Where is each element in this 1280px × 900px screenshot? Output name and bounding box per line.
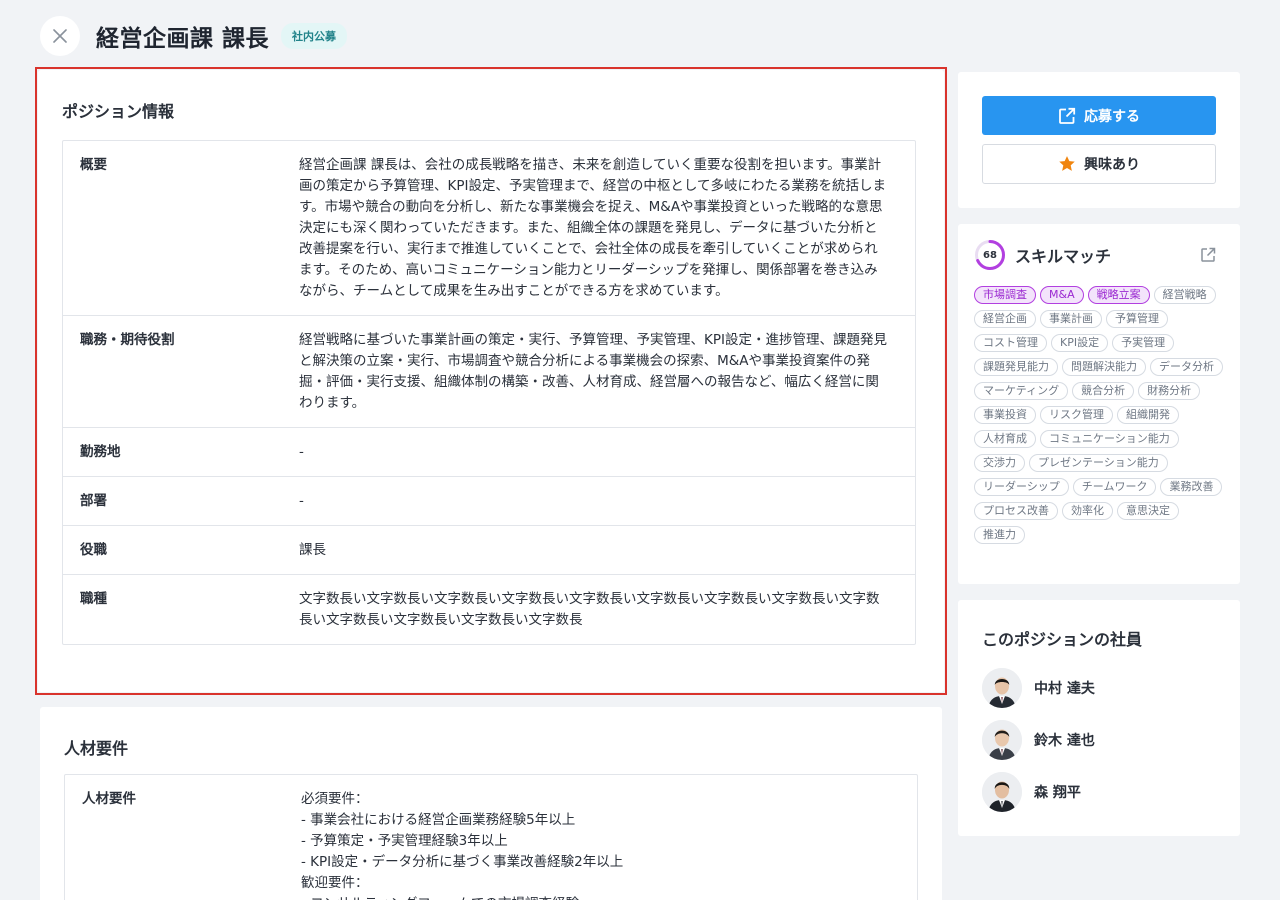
member-item[interactable]: 中村 達夫 [982, 668, 1095, 708]
row-label: 部署 [80, 493, 107, 509]
skill-tag: 経営企画 [974, 310, 1036, 328]
external-link-icon [1059, 107, 1076, 124]
members-title: このポジションの社員 [982, 630, 1143, 649]
skill-match-title: スキルマッチ [1015, 247, 1112, 266]
row-label: 職種 [80, 591, 107, 607]
star-icon [1059, 156, 1075, 171]
row-value: 経営戦略に基づいた事業計画の策定・実行、予算管理、予実管理、KPI設定・進捗管理… [299, 332, 887, 411]
table-row: 概要 経営企画課 課長は、会社の成長戦略を描き、未来を創造していく重要な役割を担… [63, 141, 915, 316]
position-info-card: ポジション情報 概要 経営企画課 課長は、会社の成長戦略を描き、未来を創造してい… [38, 70, 944, 692]
skill-tag: 業務改善 [1160, 478, 1223, 496]
row-value: - [299, 444, 304, 460]
avatar [982, 668, 1022, 708]
position-info-title: ポジション情報 [62, 102, 175, 121]
skill-tag: 競合分析 [1072, 382, 1135, 400]
skill-tag-matched: M&A [1040, 286, 1084, 304]
skill-tag: マーケティング [974, 382, 1069, 400]
skill-tag: 財務分析 [1138, 382, 1201, 400]
skill-tag: 事業計画 [1040, 310, 1102, 328]
skill-tag: 効率化 [1062, 502, 1113, 520]
skill-tag: 問題解決能力 [1062, 358, 1146, 376]
skill-score-ring: 68 [974, 239, 1006, 271]
row-value: 課長 [299, 542, 326, 558]
member-item[interactable]: 森 翔平 [982, 772, 1081, 812]
skill-tag: コミュニケーション能力 [1040, 430, 1179, 448]
table-row: 部署 - [63, 477, 915, 526]
apply-button[interactable]: 応募する [982, 96, 1216, 135]
close-button[interactable] [40, 16, 80, 56]
talent-requirements-table: 人材要件 必須要件： - 事業会社における経営企画業務経験5年以上 - 予算策定… [64, 774, 918, 900]
position-members-card: このポジションの社員 中村 達夫 鈴木 達也 森 翔平 [958, 600, 1240, 836]
skill-tag: データ分析 [1150, 358, 1223, 376]
talent-requirements-title: 人材要件 [64, 739, 129, 758]
row-value: 文字数長い文字数長い文字数長い文字数長い文字数長い文字数長い文字数長い文字数長い… [299, 591, 880, 628]
row-label: 概要 [80, 157, 107, 173]
table-row: 職種 文字数長い文字数長い文字数長い文字数長い文字数長い文字数長い文字数長い文字… [63, 575, 915, 644]
skill-match-link-button[interactable] [1200, 247, 1216, 267]
skill-tag: 推進力 [974, 526, 1025, 544]
table-row: 役職 課長 [63, 526, 915, 575]
skill-tag: チームワーク [1072, 478, 1157, 496]
skill-tag: リーダーシップ [974, 478, 1069, 496]
avatar [982, 720, 1022, 760]
skill-tag: 人材育成 [974, 430, 1036, 448]
skill-tag: プレゼンテーション能力 [1029, 454, 1168, 472]
skill-tag: 交渉力 [974, 454, 1025, 472]
row-label: 役職 [80, 542, 107, 558]
page-header: 経営企画課 課長 社内公募 [40, 16, 348, 56]
table-row: 人材要件 必須要件： - 事業会社における経営企画業務経験5年以上 - 予算策定… [65, 775, 917, 900]
close-icon [53, 29, 67, 43]
row-value: 必須要件： - 事業会社における経営企画業務経験5年以上 - 予算策定・予実管理… [301, 791, 624, 900]
recruit-type-badge: 社内公募 [281, 23, 348, 49]
member-item[interactable]: 鈴木 達也 [982, 720, 1095, 760]
skill-match-card: 68 スキルマッチ 市場調査 M&A 戦略立案 経営戦略経営企画 事業計画 予算管理コスト… [958, 224, 1240, 584]
interest-button-label: 興味あり [1084, 157, 1140, 173]
action-card: 応募する 興味あり [958, 72, 1240, 208]
row-label: 勤務地 [80, 444, 121, 460]
skill-match-header: 68 スキルマッチ [974, 239, 1111, 271]
member-name: 中村 達夫 [1034, 681, 1095, 697]
skill-tag: 組織開発 [1117, 406, 1179, 424]
row-value: - [299, 493, 304, 509]
skill-tag: 事業投資 [974, 406, 1036, 424]
skill-tag: 予実管理 [1112, 334, 1175, 352]
avatar [982, 772, 1022, 812]
member-name: 森 翔平 [1034, 785, 1081, 801]
skill-tag: リスク管理 [1040, 406, 1113, 424]
table-row: 職務・期待役割 経営戦略に基づいた事業計画の策定・実行、予算管理、予実管理、KP… [63, 316, 915, 428]
table-row: 勤務地 - [63, 428, 915, 477]
skill-tag-list: 市場調査 M&A 戦略立案 経営戦略経営企画 事業計画 予算管理コスト管理 KPI設定 予実管… [974, 286, 1224, 544]
row-value: 経営企画課 課長は、会社の成長戦略を描き、未来を創造していく重要な役割を担います… [299, 157, 887, 299]
interest-button[interactable]: 興味あり [982, 144, 1216, 184]
skill-tag: 経営戦略 [1153, 286, 1216, 304]
skill-tag: 課題発見能力 [974, 358, 1058, 376]
member-name: 鈴木 達也 [1034, 733, 1095, 749]
skill-tag: 意思決定 [1117, 502, 1179, 520]
skill-tag: プロセス改善 [974, 502, 1058, 520]
page-title: 経営企画課 課長 [96, 26, 270, 52]
apply-button-label: 応募する [1084, 108, 1140, 125]
row-label: 職務・期待役割 [80, 332, 175, 348]
external-link-icon [1201, 247, 1216, 262]
talent-requirements-card: 人材要件 人材要件 必須要件： - 事業会社における経営企画業務経験5年以上 -… [40, 707, 942, 900]
skill-tag-matched: 戦略立案 [1087, 286, 1150, 304]
position-info-table: 概要 経営企画課 課長は、会社の成長戦略を描き、未来を創造していく重要な役割を担… [62, 140, 916, 645]
skill-tag: コスト管理 [974, 334, 1047, 352]
row-label: 人材要件 [82, 791, 136, 807]
skill-tag-matched: 市場調査 [974, 286, 1036, 304]
skill-tag: KPI設定 [1051, 334, 1109, 352]
skill-score-value: 68 [983, 249, 997, 261]
skill-tag: 予算管理 [1106, 310, 1168, 328]
